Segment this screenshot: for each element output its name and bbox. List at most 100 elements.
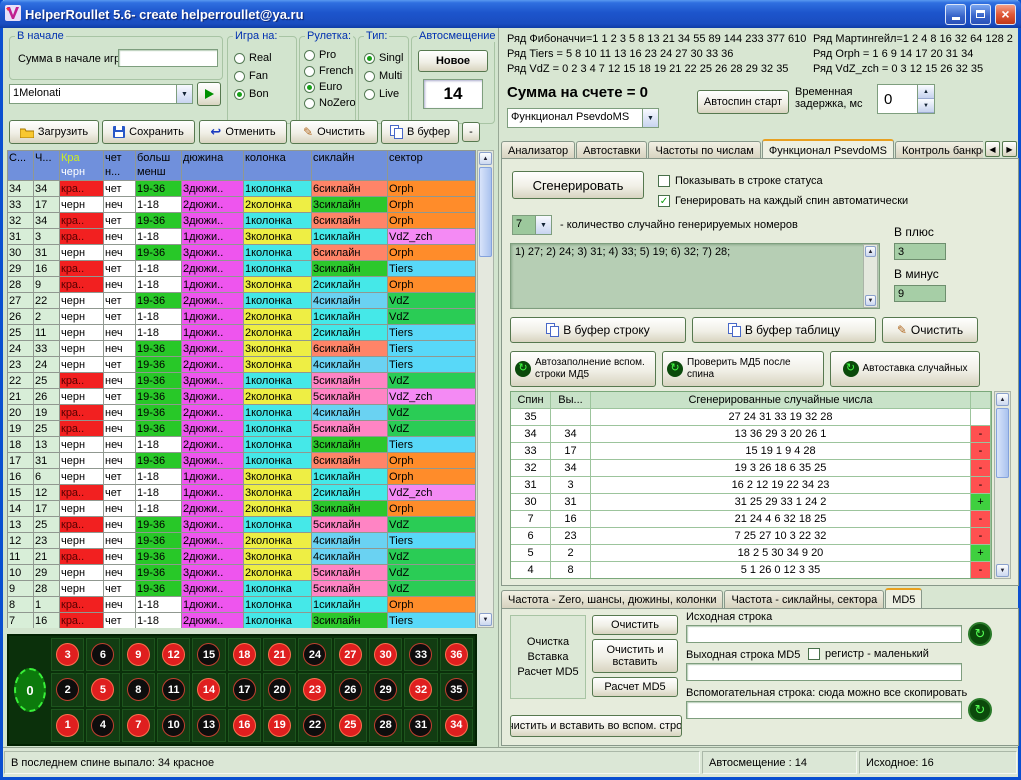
main-tab-3[interactable]: Функционал PsevdoMS [762, 139, 894, 159]
radio-option-french[interactable]: French [304, 65, 354, 77]
load-button[interactable]: Загрузить [9, 120, 99, 144]
functional-combo[interactable]: Функционал PsevdoMS ▼ [507, 108, 659, 128]
scroll-down-icon[interactable]: ▼ [996, 564, 1009, 577]
clear-paste-helper-button[interactable]: Очистить и вставить во вспом. строку [510, 715, 682, 737]
generate-button[interactable]: Сгенерировать [512, 171, 644, 199]
scroll-down-icon[interactable]: ▼ [865, 295, 876, 306]
history-row-9[interactable]: 928чернчет19-363дюжи..1колонка5сиклайнVd… [8, 581, 476, 597]
history-row-34[interactable]: 3434кра..чет19-363дюжи..1колонка6сиклайн… [8, 181, 476, 197]
history-row-18[interactable]: 1813черннеч1-182дюжи..1колонка3сиклайнTi… [8, 437, 476, 453]
board-cell-15[interactable]: 15 [192, 638, 225, 671]
combo-arrow-icon[interactable]: ▼ [642, 109, 658, 127]
clear-button[interactable]: ✎Очистить [290, 120, 378, 144]
main-tab-1[interactable]: Автоставки [576, 141, 647, 159]
tabs-scroll-right-icon[interactable]: ▶ [1002, 141, 1017, 157]
history-row-15[interactable]: 1512кра..чет1-181дюжи..3колонка2сиклайнV… [8, 485, 476, 501]
board-cell-14[interactable]: 14 [192, 673, 225, 706]
autofill-md5-button[interactable]: ↻Автозаполнение вспом. строки МД5 [510, 351, 656, 387]
radio-icon[interactable] [234, 89, 245, 100]
radio-option-real[interactable]: Real [234, 52, 294, 64]
count-combo[interactable]: 7 ▼ [512, 215, 552, 235]
board-cell-31[interactable]: 31 [404, 709, 437, 742]
board-cell-33[interactable]: 33 [404, 638, 437, 671]
history-row-16[interactable]: 166чернчет1-181дюжи..3колонка1сиклайнOrp… [8, 469, 476, 485]
board-cell-26[interactable]: 26 [334, 673, 367, 706]
gen-row-7[interactable]: 71621 24 4 6 32 18 25- [511, 511, 991, 528]
radio-icon[interactable] [364, 71, 375, 82]
board-cell-22[interactable]: 22 [298, 709, 331, 742]
board-cell-11[interactable]: 11 [157, 673, 190, 706]
history-row-27[interactable]: 2722чернчет19-362дюжи..1колонка4сиклайнV… [8, 293, 476, 309]
scroll-up-icon[interactable]: ▲ [865, 246, 876, 257]
save-button[interactable]: Сохранить [102, 120, 195, 144]
radio-option-multi[interactable]: Multi [364, 70, 407, 82]
gen-row-5[interactable]: 5218 2 5 30 34 9 20+ [511, 545, 991, 562]
title-bar[interactable]: HelperRoullet 5.6- create helperroullet@… [0, 0, 1021, 28]
history-row-28[interactable]: 289кра..неч1-181дюжи..3колонка2сиклайнOr… [8, 277, 476, 293]
board-cell-10[interactable]: 10 [157, 709, 190, 742]
board-cell-21[interactable]: 21 [263, 638, 296, 671]
board-cell-20[interactable]: 20 [263, 673, 296, 706]
history-row-32[interactable]: 3234кра..чет19-363дюжи..1колонка6сиклайн… [8, 213, 476, 229]
history-row-29[interactable]: 2916кра..чет1-182дюжи..1колонка3сиклайнT… [8, 261, 476, 277]
history-row-13[interactable]: 1325кра..неч19-363дюжи..1колонка5сиклайн… [8, 517, 476, 533]
autospin-start-button[interactable]: Автоспин старт [697, 90, 789, 114]
radio-icon[interactable] [234, 53, 245, 64]
generate-each-spin-checkbox[interactable]: ✓Генерировать на каждый спин автоматичес… [658, 195, 908, 207]
board-cell-12[interactable]: 12 [157, 638, 190, 671]
history-row-10[interactable]: 1029черннеч19-363дюжи..2колонка5сиклайнV… [8, 565, 476, 581]
md5-clear-button[interactable]: Очистить [592, 615, 678, 635]
board-cell-27[interactable]: 27 [334, 638, 367, 671]
history-row-26[interactable]: 262чернчет1-181дюжи..2колонка1сиклайнVdZ [8, 309, 476, 325]
board-cell-17[interactable]: 17 [228, 673, 261, 706]
history-row-14[interactable]: 1417черннеч1-182дюжи..2колонка3сиклайнOr… [8, 501, 476, 517]
radio-option-euro[interactable]: Euro [304, 81, 354, 93]
board-cell-4[interactable]: 4 [86, 709, 119, 742]
gen-row-4[interactable]: 485 1 26 0 12 3 35- [511, 562, 991, 579]
history-row-7[interactable]: 716кра..чет1-182дюжи..1колонка3сиклайнTi… [8, 613, 476, 629]
play-button[interactable] [197, 82, 221, 106]
minimize-button[interactable] [945, 4, 966, 25]
board-cell-19[interactable]: 19 [263, 709, 296, 742]
history-row-17[interactable]: 1731черннеч19-363дюжи..1колонка6сиклайнO… [8, 453, 476, 469]
source-string-input[interactable] [686, 625, 962, 643]
board-cell-34[interactable]: 34 [440, 709, 473, 742]
radio-option-nozero[interactable]: NoZero [304, 97, 354, 109]
board-cell-5[interactable]: 5 [86, 673, 119, 706]
close-button[interactable]: × [995, 4, 1016, 25]
history-row-25[interactable]: 2511черннеч1-181дюжи..2колонка2сиклайнTi… [8, 325, 476, 341]
buffer-row-button[interactable]: В буфер строку [510, 317, 686, 343]
radio-icon[interactable] [304, 50, 315, 61]
checkbox-box[interactable] [808, 648, 820, 660]
generated-table-scrollbar[interactable]: ▲ ▼ [994, 391, 1011, 579]
check-md5-button[interactable]: ↻Проверить МД5 после спина [662, 351, 824, 387]
radio-option-fan[interactable]: Fan [234, 70, 294, 82]
checkbox-box[interactable] [658, 175, 670, 187]
scroll-up-icon[interactable]: ▲ [479, 152, 492, 165]
history-row-23[interactable]: 2324чернчет19-362дюжи..3колонка4сиклайнT… [8, 357, 476, 373]
board-cell-23[interactable]: 23 [298, 673, 331, 706]
history-row-30[interactable]: 3031черннеч19-363дюжи..1колонка6сиклайнO… [8, 245, 476, 261]
gen-row-6[interactable]: 6237 25 27 10 3 22 32- [511, 528, 991, 545]
history-row-24[interactable]: 2433черннеч19-363дюжи..3колонка6сиклайнT… [8, 341, 476, 357]
board-cell-29[interactable]: 29 [369, 673, 402, 706]
checkbox-box[interactable]: ✓ [658, 195, 670, 207]
board-cell-0[interactable]: 0 [14, 668, 46, 712]
freq-tab-0[interactable]: Частота - Zero, шансы, дюжины, колонки [501, 590, 723, 608]
board-cell-16[interactable]: 16 [228, 709, 261, 742]
board-cell-6[interactable]: 6 [86, 638, 119, 671]
clear-generated-button[interactable]: ✎Очистить [882, 317, 978, 343]
history-row-11[interactable]: 1121кра..неч19-362дюжи..3колонка4сиклайн… [8, 549, 476, 565]
radio-icon[interactable] [304, 82, 315, 93]
buffer-table-button[interactable]: В буфер таблицу [692, 317, 876, 343]
history-row-19[interactable]: 1925кра..неч19-363дюжи..1колонка5сиклайн… [8, 421, 476, 437]
board-cell-25[interactable]: 25 [334, 709, 367, 742]
main-tab-4[interactable]: Контроль банкролла [895, 141, 983, 159]
board-cell-28[interactable]: 28 [369, 709, 402, 742]
preset-combo[interactable]: 1Melonati ▼ [9, 84, 193, 104]
new-button[interactable]: Новое [418, 50, 488, 72]
radio-icon[interactable] [304, 66, 315, 77]
history-row-33[interactable]: 3317черннеч1-182дюжи..2колонка3сиклайнOr… [8, 197, 476, 213]
board-cell-9[interactable]: 9 [122, 638, 155, 671]
radio-option-pro[interactable]: Pro [304, 49, 354, 61]
